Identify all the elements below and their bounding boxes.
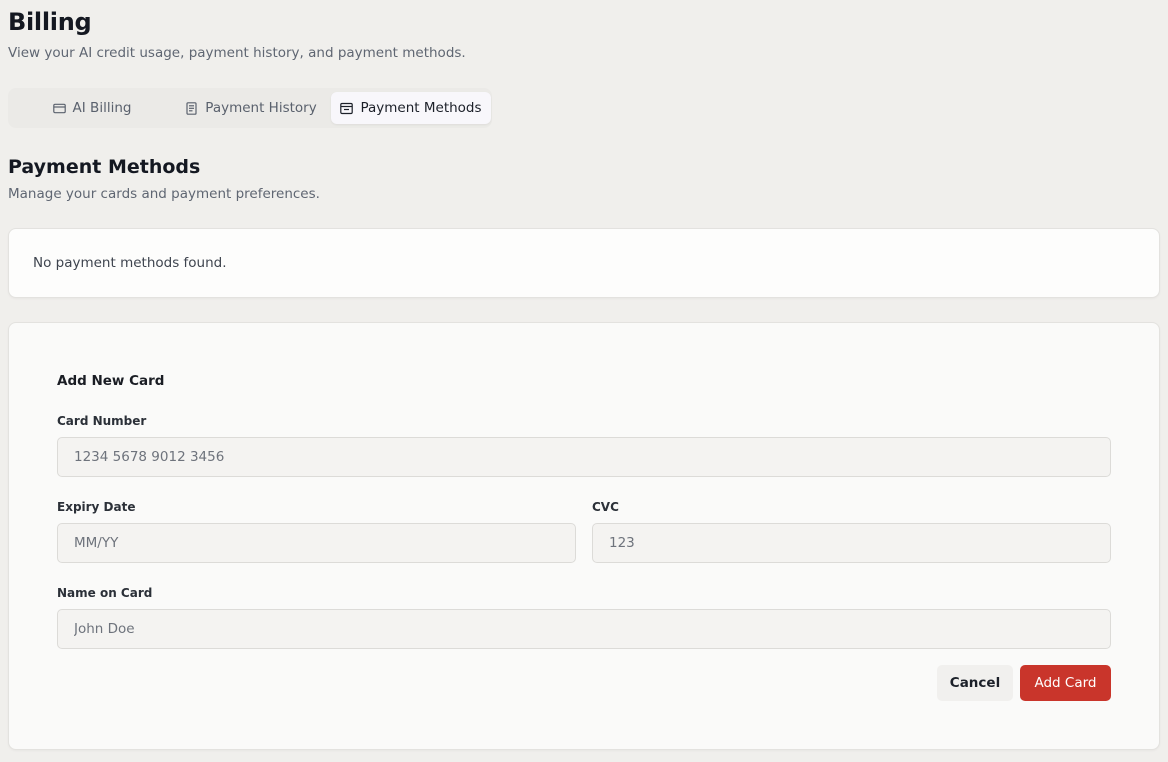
tab-payment-history[interactable]: Payment History	[172, 92, 330, 124]
name-on-card-label: Name on Card	[57, 586, 153, 600]
card-number-input[interactable]	[57, 437, 1111, 477]
page-title: Billing	[8, 8, 92, 36]
payment-methods-list: No payment methods found.	[8, 228, 1160, 298]
empty-state-text: No payment methods found.	[33, 255, 227, 271]
tab-ai-billing-label: AI Billing	[72, 100, 132, 116]
section-subtitle: Manage your cards and payment preference…	[8, 186, 320, 202]
tab-payment-methods-label: Payment Methods	[360, 100, 482, 116]
cvc-input[interactable]	[592, 523, 1111, 563]
cvc-label: CVC	[592, 500, 619, 514]
expiry-date-input[interactable]	[57, 523, 576, 563]
expiry-date-label: Expiry Date	[57, 500, 136, 514]
tab-payment-history-label: Payment History	[205, 100, 317, 116]
receipt-icon	[185, 101, 198, 115]
add-card-button[interactable]: Add Card	[1020, 665, 1111, 701]
card-number-label: Card Number	[57, 414, 147, 428]
name-on-card-input[interactable]	[57, 609, 1111, 649]
billing-tabs: AI Billing Payment History Payment Metho…	[8, 88, 492, 128]
credit-card-icon	[52, 102, 66, 115]
section-title: Payment Methods	[8, 156, 201, 178]
tab-payment-methods[interactable]: Payment Methods	[331, 92, 491, 124]
tab-ai-billing[interactable]: AI Billing	[12, 92, 172, 124]
billing-page: Billing View your AI credit usage, payme…	[0, 0, 1168, 762]
form-title: Add New Card	[57, 373, 165, 389]
page-subtitle: View your AI credit usage, payment histo…	[8, 45, 466, 61]
add-card-form: Add New Card Card Number Expiry Date CVC…	[8, 322, 1160, 750]
cancel-button[interactable]: Cancel	[937, 665, 1013, 701]
wallet-icon	[340, 102, 354, 115]
